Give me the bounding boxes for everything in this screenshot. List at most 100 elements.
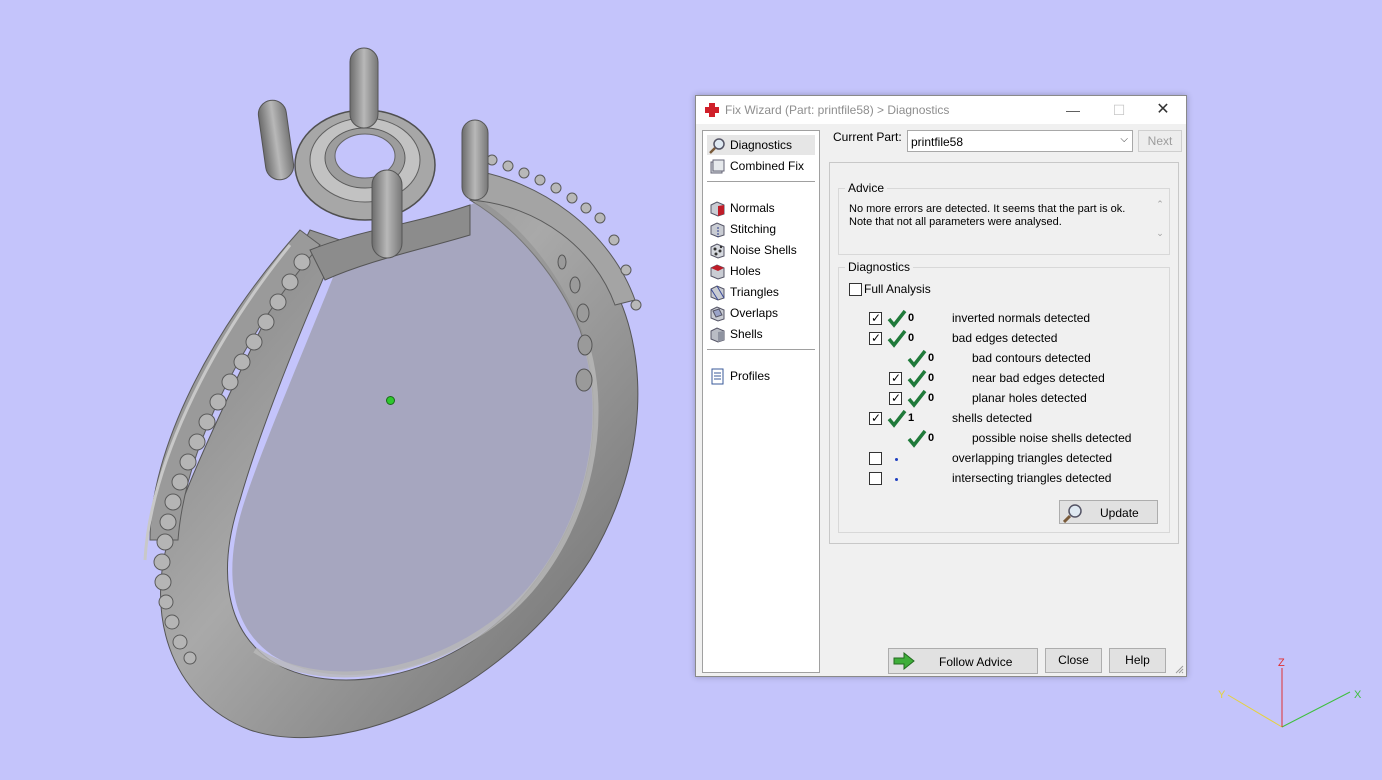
- intersecting-triangles-checkbox[interactable]: [869, 472, 882, 485]
- sidebar-item-label: Normals: [730, 201, 775, 215]
- resize-grip-icon[interactable]: [1174, 664, 1184, 674]
- near-bad-edges-count: 0: [928, 372, 935, 384]
- fix-wizard-icon: [705, 103, 719, 117]
- triangles-icon: [710, 285, 725, 301]
- next-button[interactable]: Next: [1138, 130, 1182, 152]
- sidebar-item-label: Overlaps: [730, 306, 779, 320]
- advice-group: Advice No more errors are detected. It s…: [838, 181, 1170, 255]
- follow-advice-button[interactable]: Follow Advice: [888, 648, 1038, 674]
- green-check-icon: [887, 309, 907, 328]
- close-button[interactable]: Close: [1045, 648, 1102, 673]
- axis-triad: X Y Z: [1218, 657, 1362, 728]
- near-bad-edges-checkbox[interactable]: ✓: [889, 371, 902, 385]
- inverted-normals-count: 0: [908, 312, 915, 324]
- overlapping-triangles-checkbox[interactable]: [869, 452, 882, 465]
- window-title: Fix Wizard (Part: printfile58) > Diagnos…: [725, 103, 950, 117]
- sidebar-item-label: Shells: [730, 327, 763, 341]
- current-part-dropdown[interactable]: printfile58 ⌵: [907, 130, 1133, 152]
- stitching-icon: [710, 222, 725, 238]
- sidebar-divider: [707, 181, 815, 182]
- profiles-icon: [711, 368, 724, 385]
- green-check-icon: [887, 329, 907, 348]
- overlapping-triangles-label: overlapping triangles detected: [952, 451, 1113, 465]
- magnifier-icon: [1063, 504, 1082, 523]
- noise-shells-icon: [710, 243, 725, 259]
- sidebar-item-triangles[interactable]: Triangles: [707, 282, 815, 302]
- sidebar-item-noise-shells[interactable]: Noise Shells: [707, 240, 815, 260]
- diagnostics-panel: Advice No more errors are detected. It s…: [829, 162, 1179, 544]
- normals-icon: [710, 201, 725, 217]
- sidebar-item-stitching[interactable]: Stitching: [707, 219, 815, 239]
- close-window-button[interactable]: ✕: [1140, 96, 1186, 124]
- pending-dot-icon: [895, 458, 898, 461]
- advice-title: Advice: [845, 181, 888, 195]
- combined-fix-icon: [710, 159, 725, 174]
- overlaps-icon: [710, 306, 725, 322]
- sidebar-item-label: Combined Fix: [730, 159, 805, 173]
- advice-scrollbar[interactable]: ⌃ ⌄: [1153, 199, 1167, 247]
- green-check-icon: [907, 389, 927, 408]
- sidebar-item-label: Diagnostics: [730, 138, 793, 152]
- green-check-icon: [907, 429, 927, 448]
- bad-edges-checkbox[interactable]: ✓: [869, 331, 882, 345]
- inverted-normals-label: inverted normals detected: [952, 311, 1091, 325]
- noise-shells-label: possible noise shells detected: [972, 431, 1132, 445]
- maximize-button[interactable]: ☐: [1096, 96, 1142, 124]
- sidebar-item-combined-fix[interactable]: Combined Fix: [707, 156, 815, 176]
- magnifier-icon: [709, 138, 725, 154]
- shells-icon: [710, 327, 725, 343]
- current-part-value: printfile58: [911, 135, 964, 149]
- sidebar-item-label: Holes: [730, 264, 761, 278]
- help-button[interactable]: Help: [1109, 648, 1166, 673]
- full-analysis-checkbox[interactable]: [849, 283, 862, 296]
- sidebar-divider: [707, 349, 815, 350]
- axis-y-label: Y: [1218, 689, 1226, 701]
- sidebar-item-holes[interactable]: Holes: [707, 261, 815, 281]
- update-label: Update: [1100, 506, 1139, 520]
- planar-holes-label: planar holes detected: [972, 391, 1087, 405]
- planar-holes-checkbox[interactable]: ✓: [889, 391, 902, 405]
- pending-dot-icon: [895, 478, 898, 481]
- holes-icon: [710, 264, 725, 280]
- arrow-right-icon: [893, 652, 915, 670]
- sidebar-item-label: Stitching: [730, 222, 777, 236]
- advice-text: No more errors are detected. It seems th…: [849, 203, 1141, 243]
- follow-advice-label: Follow Advice: [939, 655, 1013, 669]
- sidebar-item-shells[interactable]: Shells: [707, 324, 815, 344]
- scroll-down-icon[interactable]: ⌄: [1153, 228, 1167, 239]
- diagnostics-title: Diagnostics: [845, 260, 914, 274]
- sidebar-item-profiles[interactable]: Profiles: [707, 366, 815, 386]
- title-bar[interactable]: Fix Wizard (Part: printfile58) > Diagnos…: [696, 96, 1186, 124]
- intersecting-triangles-label: intersecting triangles detected: [952, 471, 1112, 485]
- axis-x-label: X: [1354, 689, 1362, 701]
- inverted-normals-checkbox[interactable]: ✓: [869, 311, 882, 325]
- sidebar-item-label: Profiles: [730, 369, 771, 383]
- current-part-label: Current Part:: [833, 130, 902, 144]
- planar-holes-count: 0: [928, 392, 935, 404]
- sidebar-item-label: Triangles: [730, 285, 779, 299]
- diagnostics-group: Diagnostics Full Analysis ✓ 0 inverted n…: [838, 260, 1170, 533]
- sidebar-item-label: Noise Shells: [730, 243, 797, 257]
- rotation-center-marker: [386, 396, 395, 405]
- bad-edges-label: bad edges detected: [952, 331, 1058, 345]
- advice-line-1: No more errors are detected. It seems th…: [849, 203, 1126, 215]
- green-check-icon: [887, 409, 907, 428]
- sidebar-item-overlaps[interactable]: Overlaps: [707, 303, 815, 323]
- full-analysis-label[interactable]: Full Analysis: [864, 282, 931, 296]
- shells-checkbox[interactable]: ✓: [869, 411, 882, 425]
- noise-shells-count: 0: [928, 432, 935, 444]
- ring-model[interactable]: [0, 0, 690, 780]
- axis-z-label: Z: [1278, 657, 1285, 669]
- bad-edges-count: 0: [908, 332, 915, 344]
- sidebar-item-normals[interactable]: Normals: [707, 198, 815, 218]
- scroll-up-icon[interactable]: ⌃: [1153, 199, 1167, 210]
- green-check-icon: [907, 369, 927, 388]
- fix-wizard-dialog: Fix Wizard (Part: printfile58) > Diagnos…: [695, 95, 1187, 677]
- green-check-icon: [907, 349, 927, 368]
- shells-count: 1: [908, 412, 915, 424]
- bad-contours-label: bad contours detected: [972, 351, 1091, 365]
- update-button[interactable]: Update: [1059, 500, 1158, 524]
- sidebar-item-diagnostics[interactable]: Diagnostics: [707, 135, 815, 155]
- minimize-button[interactable]: —: [1050, 96, 1096, 124]
- advice-line-2: Note that not all parameters were analys…: [849, 216, 1062, 228]
